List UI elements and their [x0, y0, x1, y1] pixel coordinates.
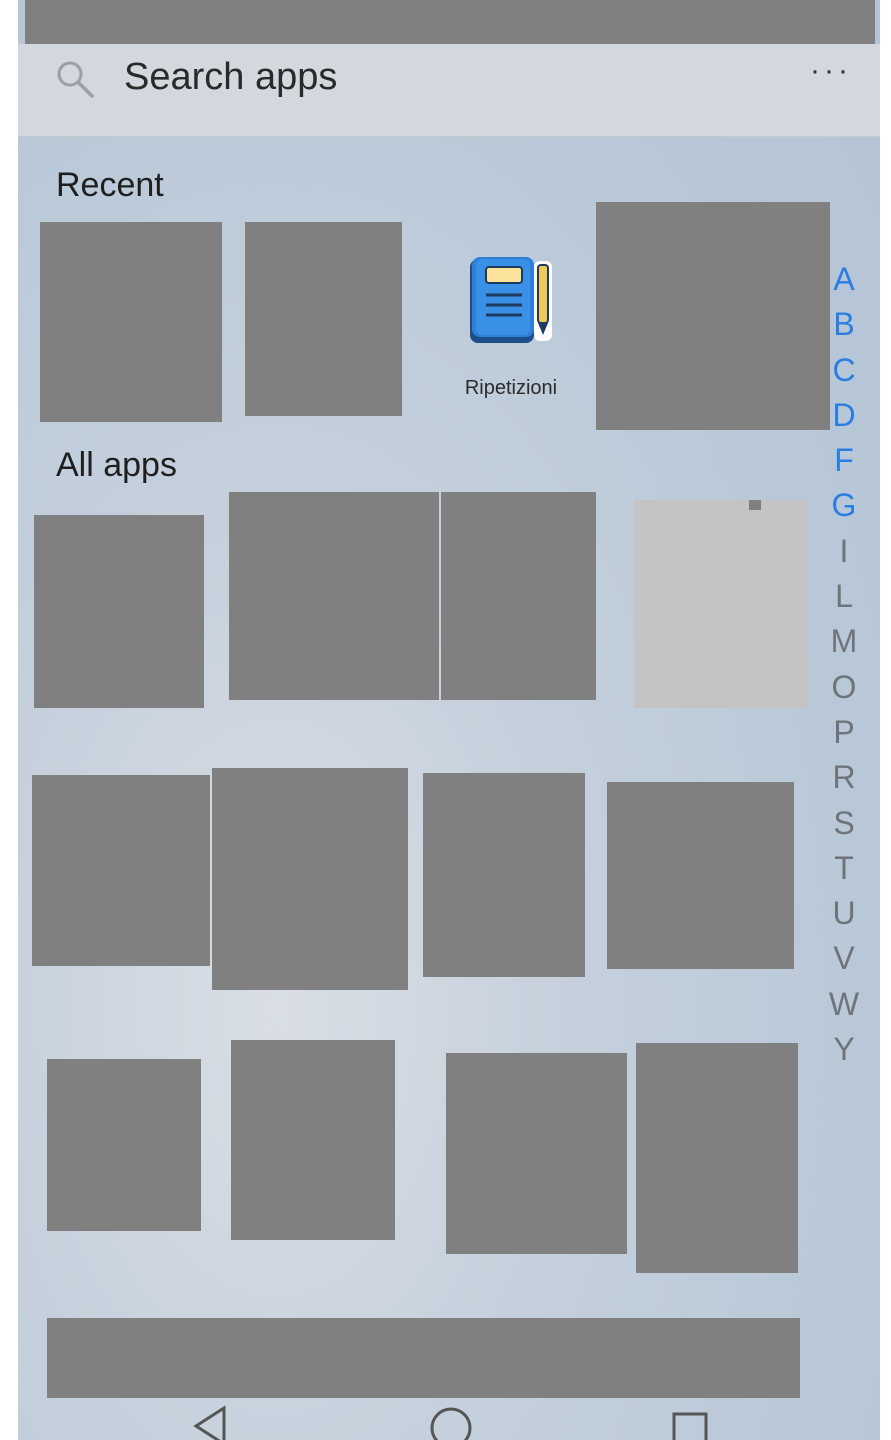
recent-section-title: Recent: [56, 166, 164, 204]
recent-app-redacted[interactable]: [596, 202, 830, 430]
app-tile-redacted[interactable]: [423, 773, 585, 977]
index-letter-m[interactable]: M: [822, 619, 866, 664]
index-letter-r[interactable]: R: [822, 755, 866, 800]
app-tile-redacted[interactable]: [47, 1059, 201, 1231]
recent-app-redacted[interactable]: [40, 222, 222, 422]
navigation-bar: [18, 1398, 880, 1440]
recent-app-redacted[interactable]: [245, 222, 402, 416]
index-letter-w[interactable]: W: [822, 982, 866, 1027]
index-letter-o[interactable]: O: [822, 665, 866, 710]
index-letter-a[interactable]: A: [822, 257, 866, 302]
index-letter-p[interactable]: P: [822, 710, 866, 755]
index-letter-v[interactable]: V: [822, 936, 866, 981]
app-tile-redacted[interactable]: [34, 515, 204, 708]
alphabet-index[interactable]: ABCDFGILMOPRSTUVWY: [822, 257, 866, 1072]
back-icon[interactable]: [190, 1404, 230, 1440]
status-bar: [25, 0, 875, 44]
search-input[interactable]: Search apps: [124, 52, 337, 102]
notebook-icon: [470, 257, 552, 343]
index-letter-i[interactable]: I: [822, 529, 866, 574]
search-bar[interactable]: Search apps ···: [18, 44, 880, 137]
app-tile-redacted[interactable]: [229, 492, 439, 700]
index-letter-g[interactable]: G: [822, 483, 866, 528]
recents-icon[interactable]: [670, 1404, 710, 1440]
more-options-icon[interactable]: ···: [810, 56, 852, 86]
index-letter-y[interactable]: Y: [822, 1027, 866, 1072]
bottom-bar-redacted: [47, 1318, 800, 1398]
app-tile-redacted[interactable]: [231, 1040, 395, 1240]
app-tile-redacted[interactable]: [607, 782, 794, 969]
index-letter-t[interactable]: T: [822, 846, 866, 891]
app-tile-redacted[interactable]: [446, 1053, 627, 1254]
index-letter-c[interactable]: C: [822, 348, 866, 393]
index-letter-s[interactable]: S: [822, 801, 866, 846]
index-letter-f[interactable]: F: [822, 438, 866, 483]
app-tile-redacted[interactable]: [441, 492, 596, 700]
app-drawer: Search apps ··· Recent Ripetizioni All a…: [18, 0, 880, 1440]
app-tile-redacted[interactable]: [636, 1043, 798, 1273]
app-tile-redacted[interactable]: [634, 500, 808, 708]
index-letter-l[interactable]: L: [822, 574, 866, 619]
index-letter-b[interactable]: B: [822, 302, 866, 347]
app-label: Ripetizioni: [464, 377, 558, 399]
index-letter-u[interactable]: U: [822, 891, 866, 936]
redaction-mark: [749, 500, 761, 510]
search-icon: [57, 61, 94, 98]
app-tile-redacted[interactable]: [212, 768, 408, 990]
recent-app-ripetizioni[interactable]: Ripetizioni: [448, 255, 574, 405]
home-icon[interactable]: [428, 1404, 474, 1440]
index-letter-d[interactable]: D: [822, 393, 866, 438]
app-tile-redacted[interactable]: [32, 775, 210, 966]
all-apps-section-title: All apps: [56, 446, 177, 484]
